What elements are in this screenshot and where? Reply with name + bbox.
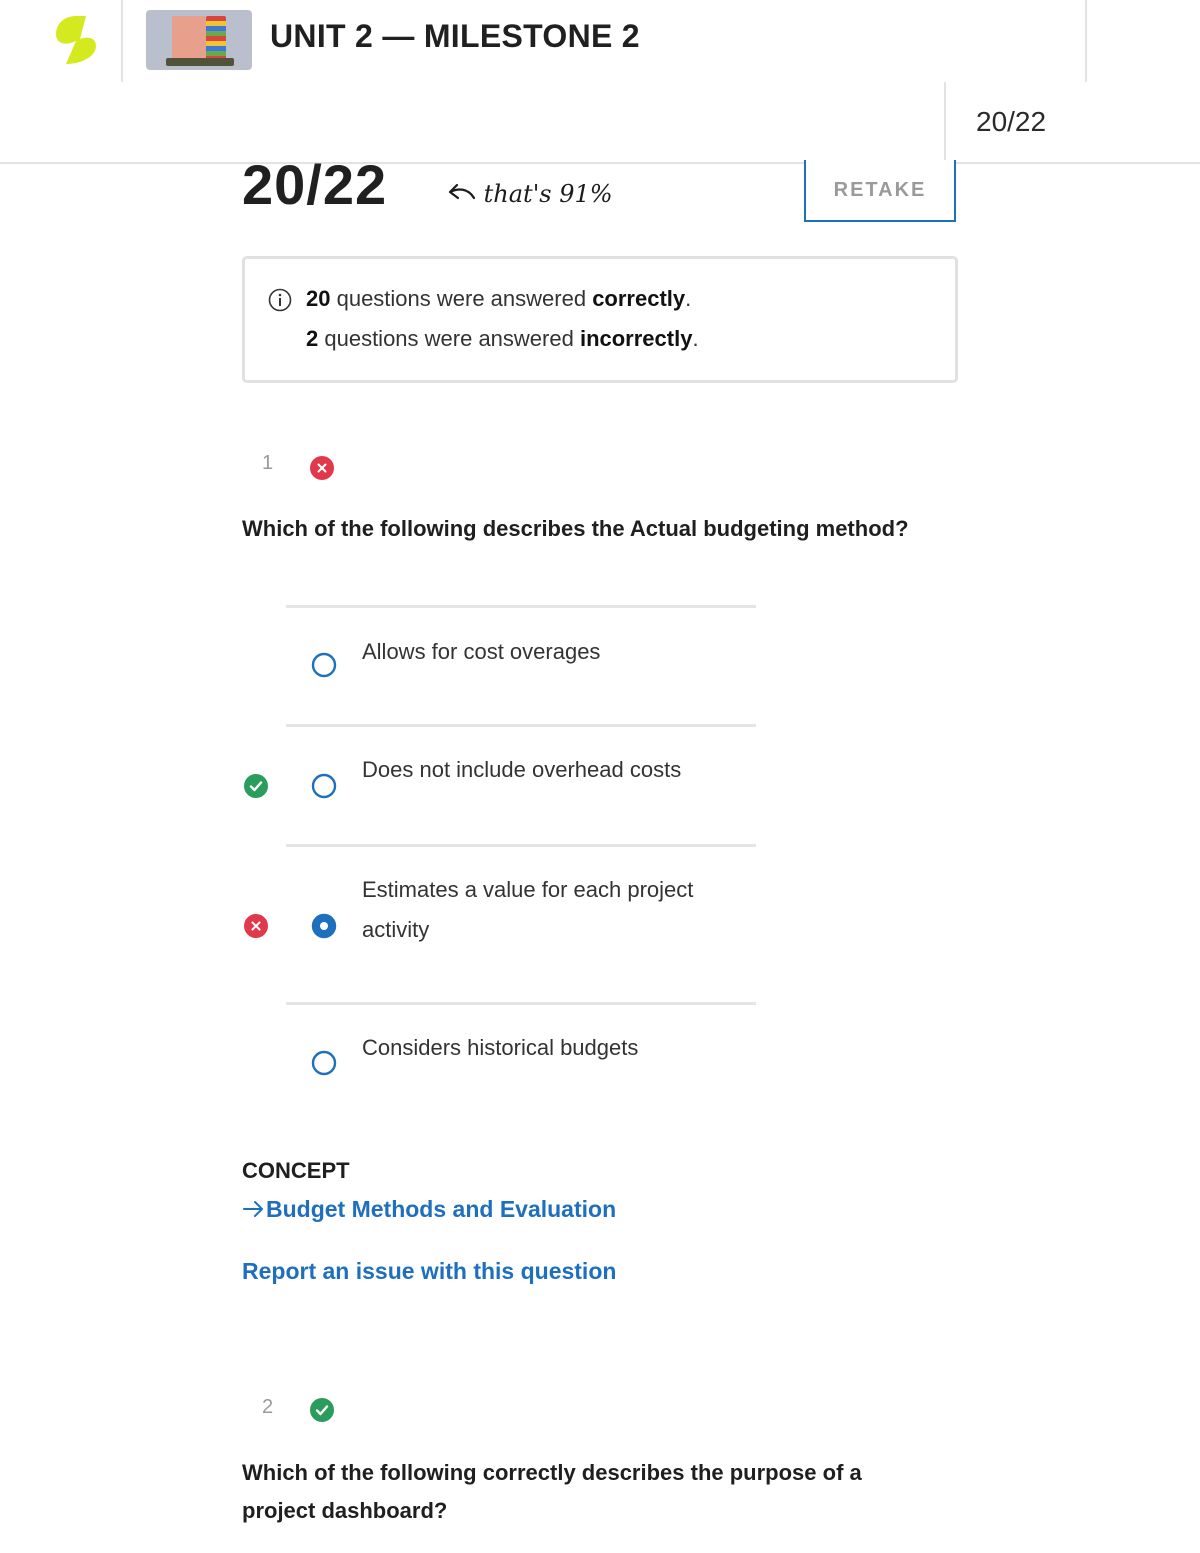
x-circle-icon: [244, 914, 268, 938]
concept-label: CONCEPT: [242, 1158, 350, 1183]
option-divider: [286, 605, 756, 608]
check-circle-icon: [310, 1398, 334, 1422]
summary-correct-line: 20 questions were answered correctly.: [306, 286, 692, 311]
radio-icon[interactable]: [311, 652, 337, 678]
question-number: 1: [262, 452, 274, 474]
radio-selected-icon[interactable]: [311, 913, 337, 939]
arrow-left-icon: [448, 183, 476, 200]
score-value: 20/22: [242, 153, 388, 216]
summary-incorrect-line: 2 questions were answered incorrectly.: [306, 326, 699, 351]
answer-option[interactable]: Estimates a value for each project activ…: [362, 870, 752, 950]
info-icon: [268, 288, 292, 312]
score-percent-note: that's 91%: [446, 180, 613, 208]
retake-button[interactable]: RETAKE: [804, 160, 956, 222]
check-circle-icon: [244, 774, 268, 798]
header-divider: [1085, 0, 1087, 82]
answer-option[interactable]: Does not include overhead costs: [362, 750, 752, 790]
results-summary: [242, 256, 958, 383]
radio-icon[interactable]: [311, 773, 337, 799]
answer-option[interactable]: Allows for cost overages: [362, 632, 752, 672]
report-issue-link[interactable]: Report an issue with this question: [242, 1258, 616, 1285]
concept-link[interactable]: Budget Methods and Evaluation: [242, 1196, 616, 1223]
question-text: Which of the following describes the Act…: [242, 516, 909, 541]
question-number: 2: [262, 1396, 274, 1418]
header-bottom-rule: [0, 162, 1200, 164]
score-divider: [944, 82, 946, 162]
header-divider: [121, 0, 123, 82]
score-indicator: 20/22: [976, 106, 1047, 137]
score-percent-text: that's 91%: [483, 180, 613, 208]
logo-icon[interactable]: [52, 14, 100, 68]
radio-icon[interactable]: [311, 1050, 337, 1076]
answer-option[interactable]: Considers historical budgets: [362, 1028, 752, 1068]
option-divider: [286, 844, 756, 847]
concept-link-text[interactable]: Budget Methods and Evaluation: [266, 1196, 616, 1222]
option-divider: [286, 724, 756, 727]
course-thumbnail: [146, 10, 252, 70]
arrow-right-icon: [243, 1201, 263, 1217]
question-text: Which of the following correctly describ…: [242, 1460, 862, 1523]
option-divider: [286, 1002, 756, 1005]
page-title: UNIT 2 — MILESTONE 2: [270, 18, 640, 54]
x-circle-icon: [310, 456, 334, 480]
